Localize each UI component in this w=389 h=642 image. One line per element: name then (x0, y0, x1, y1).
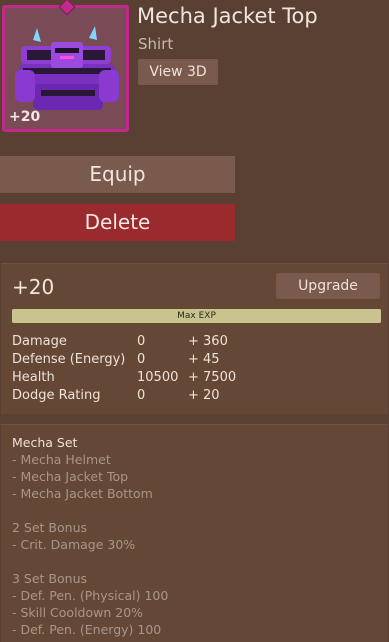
set-bonus-3-line: - Def. Pen. (Physical) 100 (12, 588, 169, 603)
stats-panel: +20 Upgrade Max EXP Damage 0 + 360 Defense … (1, 263, 388, 414)
stat-base: 0 (137, 388, 146, 403)
exp-bar: Max EXP (12, 309, 381, 323)
item-type: Shirt (138, 35, 174, 53)
stat-name: Damage (12, 334, 67, 349)
set-panel: Mecha Set - Mecha Helmet - Mecha Jacket … (1, 424, 388, 642)
stat-name: Defense (Energy) (12, 352, 126, 367)
set-name: Mecha Set (12, 435, 78, 450)
stat-row: Damage 0 + 360 (12, 334, 382, 352)
item-level: +20 (12, 275, 55, 299)
purple-armor-torso-icon (15, 26, 119, 110)
set-piece: - Mecha Jacket Top (12, 469, 129, 484)
set-bonus-3-line: - Def. Pen. (Energy) 100 (12, 622, 162, 637)
upgrade-button[interactable]: Upgrade (276, 273, 380, 299)
stat-bonus: + 360 (188, 334, 228, 349)
rarity-gem-icon (58, 0, 76, 16)
set-bonus-3-line: - Skill Cooldown 20% (12, 605, 144, 620)
item-title: Mecha Jacket Top (137, 4, 318, 28)
equip-button[interactable]: Equip (0, 156, 235, 193)
delete-button[interactable]: Delete (0, 204, 235, 241)
set-bonus-2-title: 2 Set Bonus (12, 520, 88, 535)
exp-label: Max EXP (177, 311, 216, 321)
stat-name: Dodge Rating (12, 388, 101, 403)
stat-row: Defense (Energy) 0 + 45 (12, 352, 382, 370)
set-bonus-2-line: - Crit. Damage 30% (12, 537, 136, 552)
stat-name: Health (12, 370, 55, 385)
stat-bonus: + 7500 (188, 370, 237, 385)
set-bonus-3-title: 3 Set Bonus (12, 571, 88, 586)
item-level-badge: +20 (9, 109, 41, 125)
set-piece: - Mecha Jacket Bottom (12, 486, 153, 501)
stat-row: Health 10500 + 7500 (12, 370, 382, 388)
stat-row: Dodge Rating 0 + 20 (12, 388, 382, 406)
stat-base: 0 (137, 352, 146, 367)
stat-bonus: + 20 (188, 388, 220, 403)
view-3d-button[interactable]: View 3D (138, 59, 218, 85)
stat-base: 10500 (137, 370, 179, 385)
stat-bonus: + 45 (188, 352, 220, 367)
stat-base: 0 (137, 334, 146, 349)
set-piece: - Mecha Helmet (12, 452, 111, 467)
item-icon-frame: +20 (2, 0, 129, 132)
